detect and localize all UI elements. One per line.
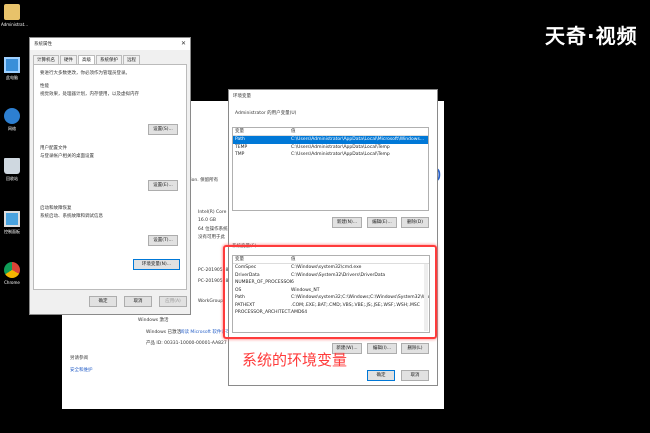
admin-note: 要进行大多数更改，你必须作为管理员登录。: [40, 71, 130, 76]
security-link[interactable]: 安全和维护: [70, 367, 93, 373]
recycle-bin-icon: [4, 158, 20, 174]
dialog-title: 系统属性: [30, 38, 190, 50]
desktop-icon-control-panel[interactable]: 控制面板: [1, 211, 23, 251]
col-val: 值: [291, 129, 296, 134]
highlight-box: [223, 245, 437, 339]
system-delete-button[interactable]: 删除(L): [401, 343, 429, 354]
user-delete-button[interactable]: 删除(D): [401, 217, 429, 228]
user-new-button[interactable]: 新建(N)...: [332, 217, 362, 228]
tab-computer-name[interactable]: 计算机名: [33, 55, 59, 64]
system-edit-button[interactable]: 编辑(I)...: [367, 343, 397, 354]
tab-hardware[interactable]: 硬件: [60, 55, 77, 64]
env-variables-dialog: 环境变量 Administrator 的用户变量(U) 变量 值 Path C:\U…: [228, 89, 438, 386]
performance-settings-button[interactable]: 设置(S)...: [148, 124, 178, 135]
desktop-icon-chrome[interactable]: Chrome: [1, 262, 23, 302]
profile-desc: 与登录帐户相关的桌面设置: [40, 154, 94, 159]
env-variables-button[interactable]: 环境变量(N)...: [133, 259, 180, 270]
performance-title: 性能: [40, 84, 49, 89]
watermark-logo: 天奇·视频: [545, 24, 638, 48]
advanced-panel: 要进行大多数更改，你必须作为管理员登录。 性能 视觉效果，处理器计划，内存使用，…: [33, 64, 187, 290]
desktop-icon-admin[interactable]: Administrat...: [1, 4, 28, 44]
startup-desc: 系统启动、系统故障和调试信息: [40, 214, 103, 219]
user-vars-list[interactable]: 变量 值 Path C:\Users\Administrator\AppData\L…: [232, 127, 429, 211]
startup-title: 启动和故障恢复: [40, 206, 72, 211]
env-dialog-title: 环境变量: [233, 94, 251, 99]
system-properties-dialog: 系统属性 ✕ 计算机名 硬件 高级 系统保护 远程 要进行大多数更改，你必须作为…: [29, 37, 191, 315]
annotation-label: 系统的环境变量: [242, 351, 348, 369]
cancel-button[interactable]: 取消: [124, 296, 152, 307]
tab-advanced[interactable]: 高级: [78, 55, 95, 64]
list-item[interactable]: Path C:\Users\Administrator\AppData\Local…: [233, 136, 428, 144]
user-folder-icon: [4, 4, 20, 20]
chrome-icon: [4, 262, 20, 278]
ok-button[interactable]: 确定: [89, 296, 117, 307]
env-cancel-button[interactable]: 取消: [401, 370, 429, 381]
apply-button[interactable]: 应用(A): [159, 296, 187, 307]
profile-title: 用户配置文件: [40, 146, 67, 151]
computer-icon: [4, 57, 20, 73]
desktop-icon-this-pc[interactable]: 此电脑: [1, 57, 23, 97]
env-ok-button[interactable]: 确定: [367, 370, 395, 381]
user-edit-button[interactable]: 编辑(E)...: [367, 217, 397, 228]
tab-system-protection[interactable]: 系统保护: [96, 55, 122, 64]
close-icon[interactable]: ✕: [181, 40, 186, 47]
startup-settings-button[interactable]: 设置(T)...: [148, 235, 178, 246]
list-item[interactable]: TMP C:\Users\Administrator\AppData\Local\…: [233, 151, 428, 159]
col-var: 变量: [235, 129, 244, 134]
desktop-icon-recycle[interactable]: 回收站: [1, 158, 23, 198]
network-icon: [4, 108, 20, 124]
profile-settings-button[interactable]: 设置(E)...: [148, 180, 178, 191]
performance-desc: 视觉效果，处理器计划，内存使用，以及虚拟内存: [40, 92, 139, 97]
list-item[interactable]: TEMP C:\Users\Administrator\AppData\Local…: [233, 144, 428, 152]
desktop-icon-network[interactable]: 网络: [1, 108, 23, 148]
tab-remote[interactable]: 远程: [123, 55, 140, 64]
user-vars-label: Administrator 的用户变量(U): [235, 111, 297, 116]
tab-bar: 计算机名 硬件 高级 系统保护 远程: [33, 55, 141, 64]
control-panel-icon: [4, 211, 20, 227]
